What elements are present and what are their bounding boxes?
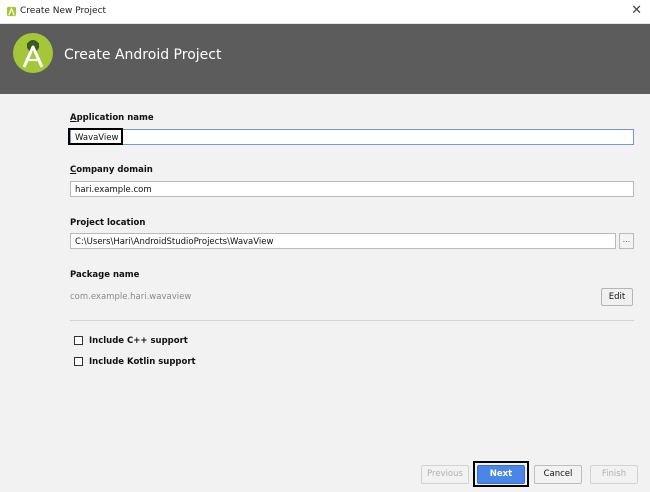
browse-button[interactable]: ... [619,233,634,249]
package-name-value: com.example.hari.wavaview [70,292,192,302]
android-studio-logo-icon [13,33,53,73]
kotlin-support-checkbox[interactable] [74,357,83,366]
kotlin-support-label: Include Kotlin support [89,357,196,367]
android-studio-icon [6,6,17,17]
previous-button[interactable]: Previous [421,465,469,484]
next-button[interactable]: Next [477,465,525,484]
project-location-input[interactable]: C:\Users\Hari\AndroidStudioProjects\Wava… [70,233,616,249]
header-title: Create Android Project [64,47,222,63]
header-banner: Create Android Project [0,24,650,94]
project-location-label: Project location [70,218,146,228]
application-name-input[interactable]: WavaView [70,129,634,145]
edit-package-button[interactable]: Edit [601,288,633,306]
cpp-support-label: Include C++ support [89,336,188,346]
label-text: ompany domain [76,165,153,175]
label-text: pplication name [76,113,154,123]
cpp-support-checkbox[interactable] [74,336,83,345]
company-domain-input[interactable]: hari.example.com [70,181,634,197]
company-domain-label: Company domain [70,165,153,175]
finish-button[interactable]: Finish [590,465,638,484]
mnemonic: A [70,113,77,123]
package-name-label: Package name [70,270,140,280]
close-icon[interactable]: ✕ [631,3,642,19]
cancel-button[interactable]: Cancel [534,465,582,484]
application-name-label: Application name [70,113,154,123]
window-title: Create New Project [20,6,107,16]
title-bar: Create New Project ✕ [0,0,650,24]
divider [70,320,634,321]
